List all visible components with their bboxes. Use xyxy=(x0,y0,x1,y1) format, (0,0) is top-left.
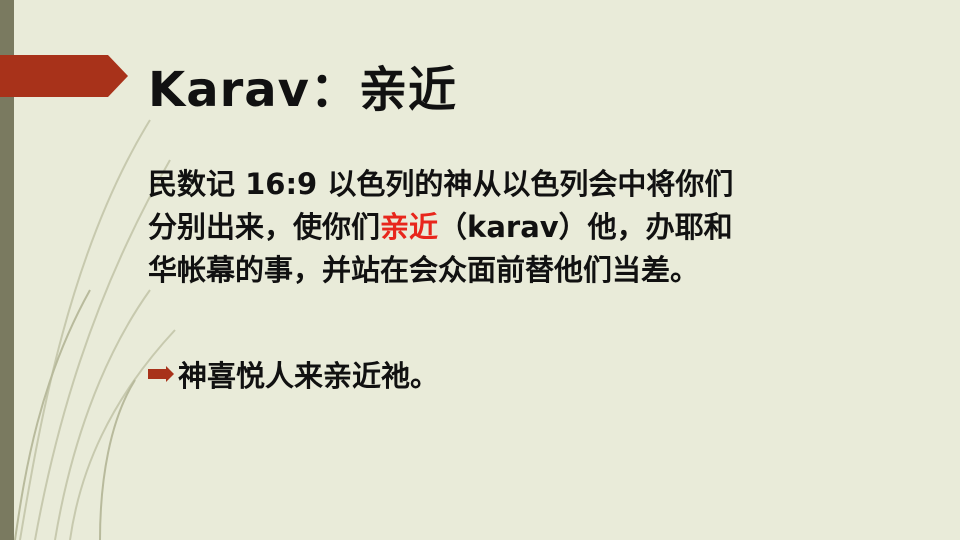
verse-line-2: 分别出来，使你们亲近（karav）他，办耶和 xyxy=(148,206,868,249)
verse-line-2-end: （karav）他，办耶和 xyxy=(438,210,733,244)
verse-text: 民数记 16:9 以色列的神从以色列会中将你们 分别出来，使你们亲近（karav… xyxy=(148,163,868,292)
highlighted-word: 亲近 xyxy=(380,210,439,244)
verse-line-1: 民数记 16:9 以色列的神从以色列会中将你们 xyxy=(148,167,734,201)
verse-line-2-start: 分别出来，使你们 xyxy=(148,210,381,244)
slide: Karav：亲近 民数记 16:9 以色列的神从以色列会中将你们 分别出来，使你… xyxy=(0,0,960,540)
verse-line-3: 华帐幕的事，并站在会众面前替他们当差。 xyxy=(148,253,700,287)
title-arrow-icon xyxy=(0,55,128,97)
slide-title: Karav：亲近 xyxy=(148,62,457,118)
arrow-bullet-icon xyxy=(148,366,174,382)
bullet-item: 神喜悦人来亲近祂。 xyxy=(148,353,439,395)
bullet-text: 神喜悦人来亲近祂。 xyxy=(178,359,440,393)
